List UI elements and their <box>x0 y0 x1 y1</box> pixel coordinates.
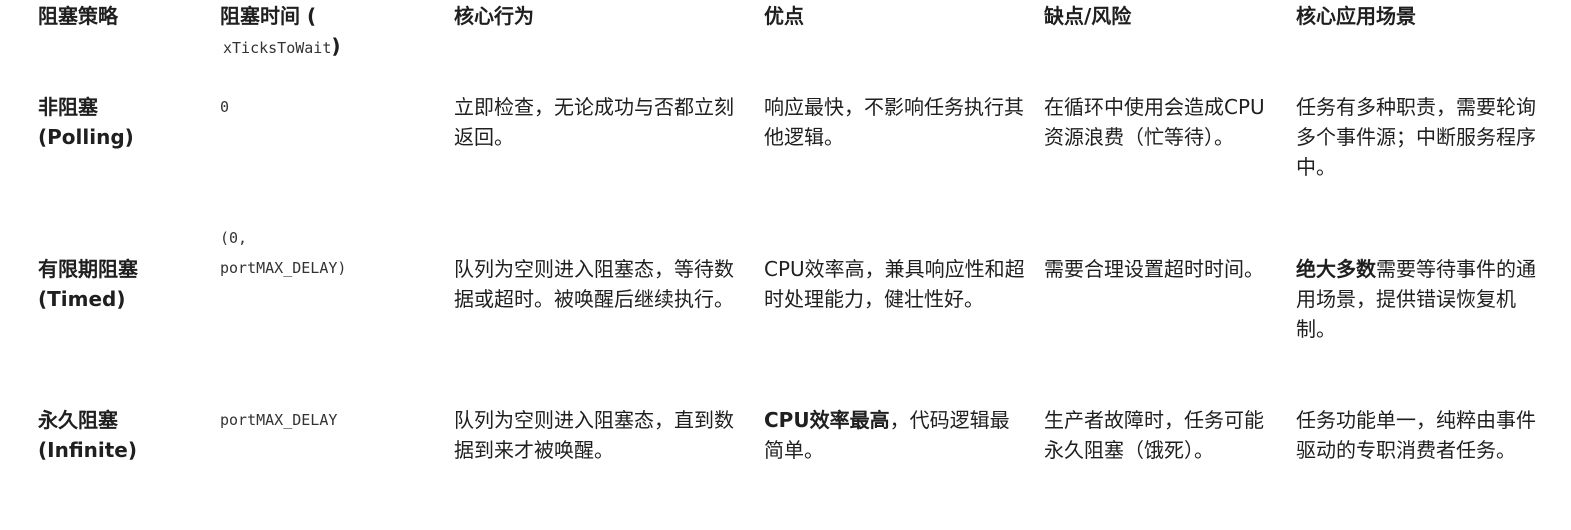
behavior-cell: 队列为空则进入阻塞态，等待数据或超时。被唤醒后继续执行。 <box>454 257 734 311</box>
header-block-time-param: xTicksToWait <box>223 39 332 57</box>
strategy-cell: 永久阻塞 (Infinite) <box>38 404 220 530</box>
scenario-cell: 任务功能单一，纯粹由事件驱动的专职消费者任务。 <box>1296 408 1536 462</box>
strategy-name-cn: 非阻塞 <box>38 95 98 119</box>
strategy-name-en: (Infinite) <box>38 438 138 462</box>
strategy-name-cn: 永久阻塞 <box>38 408 118 432</box>
behavior-cell: 队列为空则进入阻塞态，直到数据到来才被唤醒。 <box>454 408 734 462</box>
header-cons: 缺点/风险 <box>1044 4 1132 28</box>
block-time-value: portMAX_DELAY <box>220 411 338 429</box>
cons-cell: 在循环中使用会造成CPU资源浪费（忙等待）。 <box>1044 95 1265 149</box>
blocking-strategy-table: 阻塞策略 阻塞时间 ( xTicksToWait) 核心行为 优点 缺点/风险 核… <box>38 0 1558 530</box>
cons-cell: 需要合理设置超时时间。 <box>1044 257 1264 281</box>
scenario-cell: 绝大多数需要等待事件的通用场景，提供错误恢复机制。 <box>1296 217 1558 404</box>
strategy-cell: 有限期阻塞 (Timed) <box>38 217 220 404</box>
header-block-time-suffix: ) <box>331 34 341 58</box>
strategy-name-en: (Timed) <box>38 287 126 311</box>
block-time-value-line1: (0, <box>220 229 248 247</box>
header-block-time: 阻塞时间 ( xTicksToWait) <box>220 0 454 86</box>
header-behavior: 核心行为 <box>454 4 534 28</box>
strategy-cell: 非阻塞 (Polling) <box>38 86 220 217</box>
header-block-time-prefix: 阻塞时间 ( <box>220 4 317 28</box>
block-time-value: 0 <box>220 98 230 116</box>
header-pros: 优点 <box>764 4 804 28</box>
strategy-name-en: (Polling) <box>38 125 134 149</box>
cons-cell: 生产者故障时，任务可能永久阻塞（饿死）。 <box>1044 408 1264 462</box>
scenario-emphasis: 绝大多数 <box>1296 257 1376 281</box>
header-scenario: 核心应用场景 <box>1296 4 1416 28</box>
strategy-name-cn: 有限期阻塞 <box>38 257 138 281</box>
block-time-value-line2: portMAX_DELAY) <box>220 259 347 277</box>
block-time-cell: (0, portMAX_DELAY) <box>220 217 454 404</box>
header-strategy: 阻塞策略 <box>38 4 118 28</box>
table-header-row: 阻塞策略 阻塞时间 ( xTicksToWait) 核心行为 优点 缺点/风险 核… <box>38 0 1558 86</box>
pros-cell: CPU效率高，兼具响应性和超时处理能力，健壮性好。 <box>764 257 1025 311</box>
table-row: 有限期阻塞 (Timed) (0, portMAX_DELAY) 队列为空则进入阻塞… <box>38 217 1558 404</box>
block-time-cell: 0 <box>220 86 454 217</box>
pros-cell: 响应最快，不影响任务执行其他逻辑。 <box>764 95 1024 149</box>
pros-emphasis: CPU效率最高 <box>764 408 890 432</box>
table-row: 非阻塞 (Polling) 0 立即检查，无论成功与否都立刻返回。 响应最快，不影… <box>38 86 1558 217</box>
behavior-cell: 立即检查，无论成功与否都立刻返回。 <box>454 95 734 149</box>
block-time-cell: portMAX_DELAY <box>220 404 454 530</box>
table-row: 永久阻塞 (Infinite) portMAX_DELAY 队列为空则进入阻塞态，… <box>38 404 1558 530</box>
scenario-cell: 任务有多种职责，需要轮询多个事件源；中断服务程序中。 <box>1296 95 1536 179</box>
pros-cell: CPU效率最高，代码逻辑最简单。 <box>764 404 1044 530</box>
